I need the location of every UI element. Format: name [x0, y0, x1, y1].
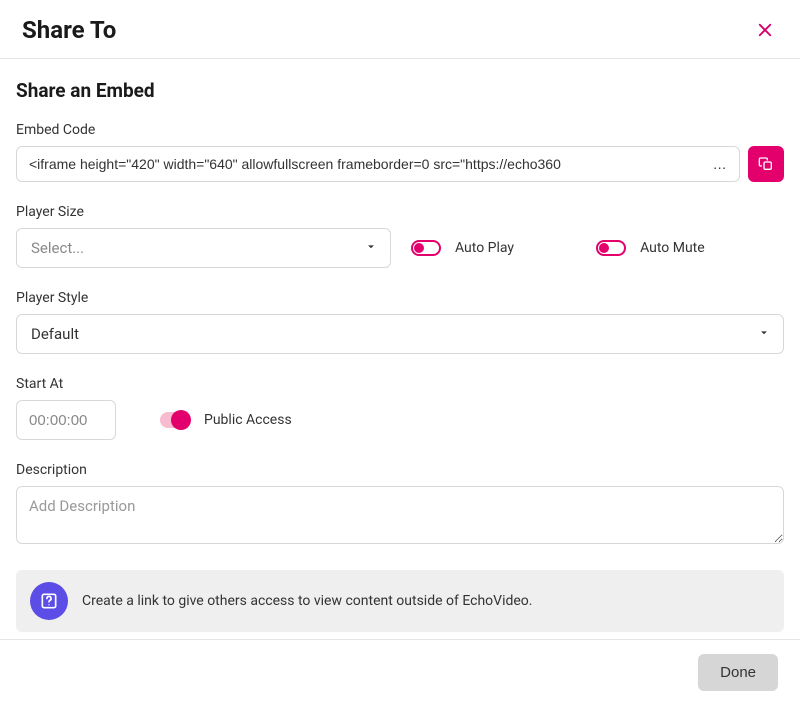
close-button[interactable] — [752, 17, 778, 43]
public-access-label: Public Access — [204, 412, 292, 428]
player-size-label: Player Size — [16, 204, 391, 220]
player-size-section: Player Size — [16, 204, 391, 220]
player-size-row: Select... Auto Play Auto Mute — [16, 228, 784, 268]
embed-code-section: Embed Code — [16, 122, 784, 182]
info-text: Create a link to give others access to v… — [82, 593, 532, 609]
auto-play-group: Auto Play — [411, 240, 514, 256]
embed-code-input[interactable] — [16, 146, 740, 182]
section-title: Share an Embed — [16, 79, 784, 102]
player-style-value: Default — [31, 325, 79, 343]
close-icon — [756, 21, 774, 39]
chevron-down-icon — [364, 239, 378, 258]
start-at-section: Start At Public Access — [16, 376, 784, 440]
copy-button[interactable] — [748, 146, 784, 182]
start-at-label: Start At — [16, 376, 784, 392]
auto-mute-group: Auto Mute — [596, 240, 705, 256]
info-icon-wrap — [30, 582, 68, 620]
info-banner: Create a link to give others access to v… — [16, 570, 784, 632]
embed-code-label: Embed Code — [16, 122, 784, 138]
player-style-select[interactable]: Default — [16, 314, 784, 354]
help-icon — [39, 591, 59, 611]
player-size-select[interactable]: Select... — [16, 228, 391, 268]
modal-footer: Done — [0, 639, 800, 705]
auto-mute-toggle[interactable] — [596, 240, 626, 256]
modal-title: Share To — [22, 16, 116, 44]
done-button[interactable]: Done — [698, 654, 778, 691]
player-style-label: Player Style — [16, 290, 784, 306]
description-textarea[interactable] — [16, 486, 784, 544]
player-size-placeholder: Select... — [31, 239, 84, 257]
start-at-row: Public Access — [16, 400, 784, 440]
modal-header: Share To — [0, 0, 800, 59]
public-access-toggle[interactable] — [160, 412, 190, 428]
player-style-section: Player Style Default — [16, 290, 784, 354]
modal-body: Share an Embed Embed Code Player Size Se… — [0, 59, 800, 642]
start-at-input[interactable] — [16, 400, 116, 440]
auto-play-label: Auto Play — [455, 240, 514, 256]
auto-mute-label: Auto Mute — [640, 240, 705, 256]
copy-icon — [758, 156, 774, 172]
auto-play-toggle[interactable] — [411, 240, 441, 256]
embed-code-row — [16, 146, 784, 182]
description-section: Description — [16, 462, 784, 548]
description-label: Description — [16, 462, 784, 478]
chevron-down-icon — [757, 325, 771, 344]
public-access-group: Public Access — [160, 412, 292, 428]
